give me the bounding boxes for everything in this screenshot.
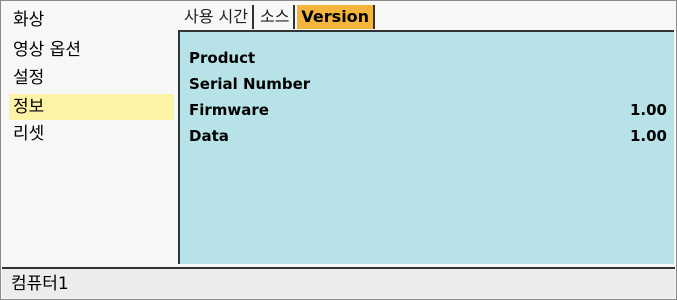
info-label: Data: [189, 127, 229, 145]
menu-item-reset[interactable]: 리셋: [9, 121, 174, 147]
input-source-label: 컴퓨터1: [11, 274, 69, 294]
tab-bar: 사용 시간 소스 Version: [180, 5, 377, 31]
osd-window: 화상 영상 옵션 설정 정보 리셋 사용 시간 소스 Version Produ…: [0, 0, 677, 300]
info-row-data: Data 1.00: [189, 125, 667, 147]
tab-source[interactable]: 소스: [256, 5, 296, 29]
info-row-product: Product: [189, 47, 667, 69]
info-label: Serial Number: [189, 75, 311, 93]
info-row-serial-number: Serial Number: [189, 73, 667, 95]
tab-usage-time[interactable]: 사용 시간: [180, 5, 254, 29]
info-row-firmware: Firmware 1.00: [189, 99, 667, 121]
menu-item-picture[interactable]: 화상: [9, 7, 174, 33]
info-value: 1.00: [629, 101, 667, 119]
menu-item-setup[interactable]: 설정: [9, 65, 174, 91]
info-value: 1.00: [629, 127, 667, 145]
side-menu: 화상 영상 옵션 설정 정보 리셋: [2, 2, 174, 264]
status-bar: 컴퓨터1: [2, 267, 675, 298]
menu-item-info[interactable]: 정보: [9, 94, 174, 120]
menu-item-image-options[interactable]: 영상 옵션: [9, 37, 174, 63]
info-label: Firmware: [189, 101, 269, 119]
tab-version[interactable]: Version: [297, 5, 376, 29]
info-panel: Product Serial Number Firmware 1.00 Data…: [178, 30, 674, 264]
info-label: Product: [189, 49, 256, 67]
